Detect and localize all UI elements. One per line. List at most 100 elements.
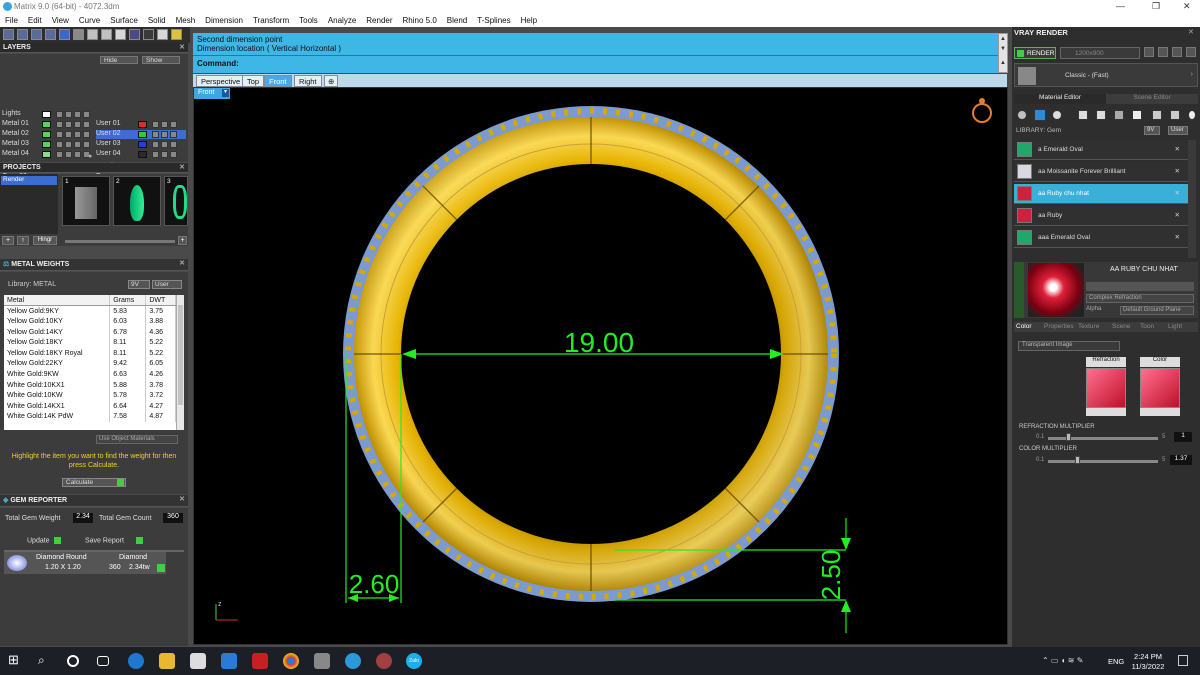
table-row[interactable]: White Gold:14K PdW 7.58 4.87: [4, 411, 176, 423]
refraction-slider-knob[interactable]: [1066, 433, 1072, 441]
lock-icon[interactable]: [171, 29, 182, 40]
material-scrollbar[interactable]: [1188, 140, 1196, 258]
store-icon[interactable]: [190, 653, 206, 669]
complex-refraction-select[interactable]: Complex Refraction: [1086, 294, 1194, 303]
lock-icon[interactable]: [65, 121, 72, 128]
front-viewport[interactable]: Front ▼ 19.00 2.60 2.50 z: [193, 87, 1008, 645]
lock-icon[interactable]: [161, 151, 168, 158]
print-icon[interactable]: [45, 29, 56, 40]
gem-row[interactable]: Diamond Round 1.20 X 1.20 Diamond 360 2.…: [4, 552, 166, 574]
tab-scene[interactable]: Scene: [1112, 323, 1130, 330]
command-scrollbar[interactable]: ▲ ▼ ▲: [998, 33, 1008, 73]
layer-row[interactable]: Metal 02: [2, 130, 94, 139]
keyshot-icon[interactable]: [376, 653, 392, 669]
layer-color-swatch[interactable]: [42, 151, 51, 158]
refraction-slider[interactable]: [1048, 437, 1158, 440]
close-icon[interactable]: ✕: [179, 163, 185, 171]
library-9v-button[interactable]: 9V: [128, 280, 150, 289]
table-row[interactable]: White Gold:10KW 5.78 3.72: [4, 390, 176, 401]
column-header-dwt[interactable]: DWT: [145, 295, 176, 307]
menu-curve[interactable]: Curve: [74, 14, 105, 27]
menu-edit[interactable]: Edit: [23, 14, 47, 27]
library-user-button[interactable]: User: [152, 280, 182, 289]
tab-perspective[interactable]: Perspective: [196, 75, 246, 87]
scrollbar[interactable]: [176, 295, 184, 430]
edge-icon[interactable]: [128, 653, 144, 669]
layer-color-swatch[interactable]: [138, 131, 147, 138]
print-icon[interactable]: [74, 141, 81, 148]
stripes-icon[interactable]: [1096, 110, 1106, 120]
print-icon[interactable]: [170, 131, 177, 138]
library-9v-button[interactable]: 9V: [1144, 126, 1160, 135]
add-project-button[interactable]: +: [2, 236, 14, 245]
layer-color-swatch[interactable]: [42, 141, 51, 148]
light-icon[interactable]: [1188, 110, 1196, 120]
redo-icon[interactable]: [73, 29, 84, 40]
paint-icon[interactable]: [1132, 110, 1142, 120]
menu-tools[interactable]: Tools: [294, 14, 323, 27]
preset-selector[interactable]: Classic - (Fast) ›: [1014, 63, 1198, 87]
lock-icon[interactable]: [65, 111, 72, 118]
print-icon[interactable]: [74, 111, 81, 118]
column-header-grams[interactable]: Grams: [109, 295, 147, 307]
close-icon[interactable]: ✕: [1183, 1, 1191, 12]
dot-icon[interactable]: [83, 121, 90, 128]
menu-dimension[interactable]: Dimension: [200, 14, 248, 27]
save-report-button[interactable]: Save Report: [85, 537, 143, 544]
lock-icon[interactable]: [65, 131, 72, 138]
print-icon[interactable]: [170, 141, 177, 148]
dot-icon[interactable]: [83, 111, 90, 118]
menu-blend[interactable]: Blend: [442, 14, 472, 27]
table-row[interactable]: White Gold:10KX1 5.88 3.78: [4, 379, 176, 391]
folder-icon[interactable]: [1158, 47, 1168, 57]
ring-view-icon[interactable]: [972, 98, 992, 123]
layer-row[interactable]: Metal 01: [2, 120, 94, 129]
update-button[interactable]: Update: [27, 537, 61, 544]
table-row[interactable]: Yellow Gold:10KY 6.03 3.88: [4, 316, 176, 327]
layer-color-swatch[interactable]: [138, 151, 147, 158]
export-icon[interactable]: [1186, 47, 1196, 57]
close-icon[interactable]: ✕: [1188, 28, 1194, 36]
file-explorer-icon[interactable]: [159, 653, 175, 669]
layer-row[interactable]: User 02: [96, 130, 186, 139]
menu-tsplines[interactable]: T-Splines: [472, 14, 515, 27]
save-icon[interactable]: [31, 29, 42, 40]
layer-color-swatch[interactable]: [42, 121, 51, 128]
rhino-icon[interactable]: [314, 653, 330, 669]
print-icon[interactable]: [74, 121, 81, 128]
notification-icon[interactable]: [1178, 655, 1188, 666]
start-icon[interactable]: ⊞: [8, 652, 24, 668]
material-item[interactable]: aa Ruby chu nhat ✕: [1014, 184, 1188, 204]
material-item[interactable]: a Emerald Oval ✕: [1014, 140, 1188, 160]
transparent-image-select[interactable]: Transparent Image: [1018, 341, 1120, 351]
eye-icon[interactable]: [152, 141, 159, 148]
project-thumb-1[interactable]: 1: [62, 176, 110, 226]
tab-right[interactable]: Right: [294, 75, 322, 87]
mail-icon[interactable]: [221, 653, 237, 669]
menu-help[interactable]: Help: [516, 14, 542, 27]
color-controls[interactable]: [1140, 408, 1180, 416]
layer-color-swatch[interactable]: [42, 111, 51, 118]
menu-rhino[interactable]: Rhino 5.0: [398, 14, 442, 27]
eye-icon[interactable]: [152, 121, 159, 128]
menu-analyze[interactable]: Analyze: [323, 14, 361, 27]
menu-mesh[interactable]: Mesh: [171, 14, 201, 27]
menu-transform[interactable]: Transform: [248, 14, 294, 27]
column-header-metal[interactable]: Metal: [4, 295, 111, 307]
render-button[interactable]: RENDER: [1014, 47, 1056, 59]
hinge-button[interactable]: Hingr: [33, 236, 57, 245]
gem-go-icon[interactable]: [157, 564, 165, 572]
zalo-icon[interactable]: Zalo: [406, 653, 422, 669]
material-item[interactable]: aaa Emerald Oval ✕: [1014, 228, 1188, 248]
tab-color[interactable]: Color: [1016, 323, 1032, 330]
tray-icons[interactable]: ⌃ ▭ ◖ ≋ ✎: [1042, 656, 1083, 665]
table-row[interactable]: Yellow Gold:22KY 9.42 6.05: [4, 358, 176, 370]
project-thumb-2[interactable]: 2: [113, 176, 161, 226]
layer-row[interactable]: User 01: [96, 120, 186, 129]
layer-row[interactable]: Lights: [2, 110, 94, 119]
tab-properties[interactable]: Properties: [1044, 323, 1074, 330]
save-icon[interactable]: [1172, 47, 1182, 57]
resolution-field[interactable]: 1200x900: [1060, 47, 1140, 59]
color-slider[interactable]: [1048, 460, 1158, 463]
hide-button[interactable]: Hide: [100, 56, 138, 64]
